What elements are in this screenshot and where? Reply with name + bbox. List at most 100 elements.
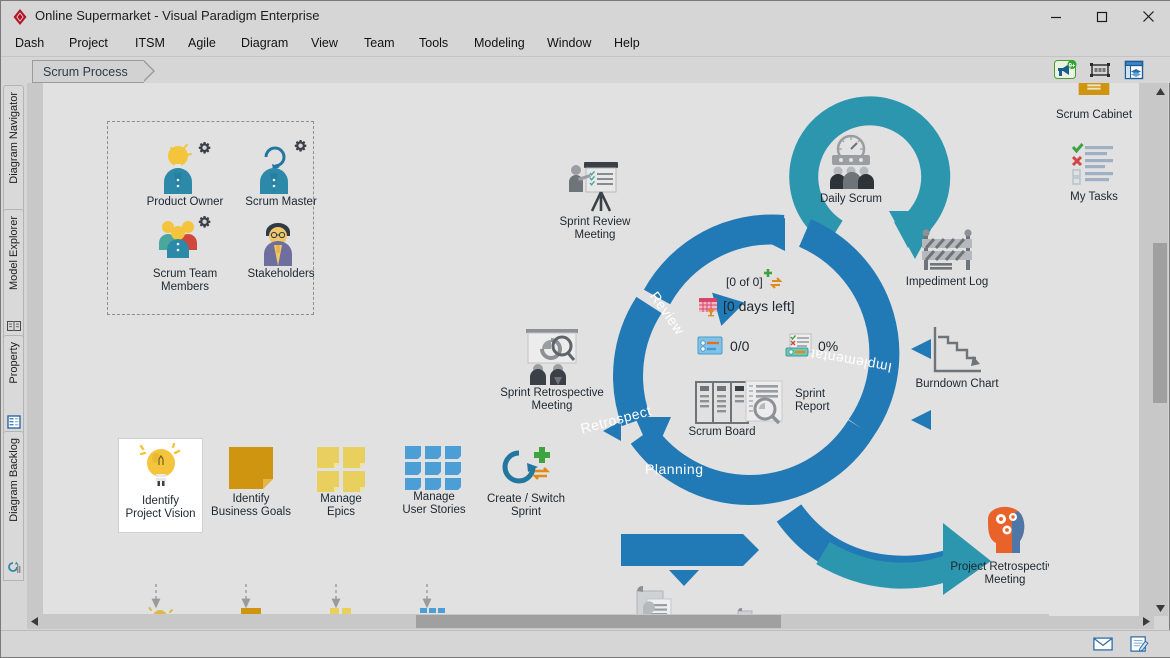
minimize-button[interactable] [1033, 1, 1079, 32]
sidebar-item-diagram-backlog[interactable]: Diagram Backlog [3, 431, 24, 581]
node-burndown-chart[interactable]: Burndown Chart [895, 323, 1019, 391]
menu-tools[interactable]: Tools [419, 36, 448, 50]
close-button[interactable] [1125, 1, 1170, 32]
scroll-up-arrow[interactable] [1152, 83, 1168, 99]
application-window: Online Supermarket - Visual Paradigm Ent… [0, 0, 1170, 658]
node-label: Manage Epics [320, 493, 362, 518]
sidebar-item-label: Model Explorer [7, 216, 20, 290]
node-label: Manage User Stories [402, 491, 466, 516]
sprint-count-label: [0 of 0] [726, 275, 763, 289]
lightbulb-icon [139, 443, 180, 486]
diagram-canvas[interactable]: Review Implementation Retrospect Plannin… [43, 83, 1139, 616]
right-shortcut-panel: Scrum Cabinet My Tasks [1049, 83, 1139, 616]
node-manage-user-stories[interactable]: Manage User Stories [386, 445, 482, 517]
sidebar-item-model-explorer[interactable]: Model Explorer [3, 209, 24, 339]
menu-diagram[interactable]: Diagram [241, 36, 288, 50]
node-label: Burndown Chart [915, 378, 999, 390]
progress-percent-label: 0% [818, 338, 839, 354]
node-label: My Tasks [1070, 191, 1118, 203]
task-board-icon [697, 336, 723, 355]
sprint-planning-meeting-icon [636, 586, 671, 616]
node-sprint-planning-meeting[interactable]: Sprint Planning Meeting [598, 585, 713, 616]
daily-scrum-icon [830, 134, 874, 189]
node-scrum-cabinet[interactable]: Scrum Cabinet [1049, 83, 1139, 122]
node-manage-epics[interactable]: Manage Epics [296, 445, 386, 519]
vertical-scroll-thumb[interactable] [1153, 243, 1167, 403]
menu-project[interactable]: Project [69, 36, 108, 50]
title-bar: Online Supermarket - Visual Paradigm Ent… [1, 1, 1170, 32]
diagram-content: Review Implementation Retrospect Plannin… [43, 83, 1139, 616]
impediment-log-icon [922, 229, 972, 270]
sprint-retrospective-meeting-icon [526, 329, 578, 385]
node-label: Identify Business Goals [211, 493, 291, 518]
diagram-backlog-icon [8, 561, 21, 573]
vertical-scrollbar[interactable] [1152, 83, 1168, 616]
node-daily-scrum[interactable]: Daily Scrum [795, 133, 907, 206]
node-sprint-review-meeting[interactable]: Sprint Review Meeting [543, 158, 647, 242]
layers-panel-icon[interactable] [1121, 59, 1147, 81]
sidebar-item-label: Diagram Backlog [7, 438, 20, 522]
node-scrum-master[interactable]: Scrum Master [235, 138, 327, 209]
node-label: Daily Scrum [820, 193, 882, 205]
node-identify-project-vision[interactable]: Identify Project Vision [118, 438, 203, 533]
menu-modeling[interactable]: Modeling [474, 36, 525, 50]
node-create-switch-sprint[interactable]: Create / Switch Sprint [475, 445, 577, 519]
calendar-icon [699, 298, 717, 317]
announcement-megaphone-icon[interactable]: 9+ [1053, 59, 1079, 81]
edit-note-icon[interactable] [1129, 636, 1149, 652]
node-label: Identify Project Vision [125, 495, 196, 520]
scroll-right-arrow[interactable] [1140, 615, 1153, 628]
node-label: Impediment Log [905, 276, 989, 288]
scrum-master-icon [260, 140, 307, 194]
diagram-toolbar: 9+ [1053, 59, 1147, 81]
arc-label-planning: Planning [645, 461, 704, 477]
node-my-tasks[interactable]: My Tasks [1049, 143, 1139, 204]
node-label: Sprint Report [795, 388, 830, 413]
product-owner-icon [164, 142, 211, 194]
progress-report-icon [785, 333, 812, 357]
sidebar-item-property[interactable]: Property [3, 335, 24, 435]
horizontal-scroll-thumb[interactable] [416, 615, 781, 628]
node-scrum-team-members[interactable]: Scrum Team Members [139, 216, 231, 294]
node-stakeholders[interactable]: Stakeholders [235, 216, 327, 281]
node-sprint-retrospective-meeting[interactable]: Sprint Retrospective Meeting [490, 325, 614, 413]
horizontal-scrollbar[interactable] [27, 614, 1154, 629]
menu-help[interactable]: Help [614, 36, 640, 50]
tab-scrum-process[interactable]: Scrum Process [32, 60, 155, 83]
node-label: Scrum Cabinet [1055, 109, 1133, 121]
tasks-ratio-label: 0/0 [730, 338, 750, 354]
node-label: Scrum Master [245, 196, 317, 208]
burndown-chart-icon [933, 327, 981, 373]
node-product-owner[interactable]: Product Owner [139, 138, 231, 209]
menu-dash[interactable]: Dash [15, 36, 44, 50]
diagram-tab-strip: Scrum Process [1, 57, 1170, 83]
window-title: Online Supermarket - Visual Paradigm Ent… [35, 8, 320, 23]
menu-itsm[interactable]: ITSM [135, 36, 165, 50]
sidebar-item-label: Diagram Navigator [7, 92, 20, 184]
node-label: Stakeholders [247, 268, 315, 280]
menu-window[interactable]: Window [547, 36, 591, 50]
menu-view[interactable]: View [311, 36, 338, 50]
message-envelope-icon[interactable] [1093, 636, 1113, 652]
model-explorer-icon [7, 321, 21, 331]
node-label: Product Owner [146, 196, 224, 208]
property-icon [7, 415, 21, 429]
create-switch-sprint-icon [502, 447, 551, 484]
node-impediment-log[interactable]: Impediment Log [885, 228, 1009, 289]
maximize-button[interactable] [1079, 1, 1125, 32]
scroll-left-arrow[interactable] [28, 615, 41, 628]
badge-text: 9+ [1069, 63, 1076, 69]
tab-label: Scrum Process [43, 64, 128, 79]
menu-bar: Dash Project ITSM Agile Diagram View Tea… [1, 32, 1170, 57]
business-goal-note-icon [229, 447, 273, 489]
menu-agile[interactable]: Agile [188, 36, 216, 50]
node-identify-business-goals[interactable]: Identify Business Goals [206, 445, 296, 519]
my-tasks-icon [1071, 143, 1113, 185]
stakeholders-icon [264, 223, 292, 266]
node-label: Sprint Review Meeting [559, 216, 631, 241]
menu-team[interactable]: Team [364, 36, 395, 50]
scroll-down-arrow[interactable] [1152, 600, 1168, 616]
left-dock: Diagram Navigator Model Explorer Propert… [1, 83, 26, 616]
fit-to-screen-icon[interactable] [1087, 59, 1113, 81]
node-label: Create / Switch Sprint [487, 493, 565, 518]
